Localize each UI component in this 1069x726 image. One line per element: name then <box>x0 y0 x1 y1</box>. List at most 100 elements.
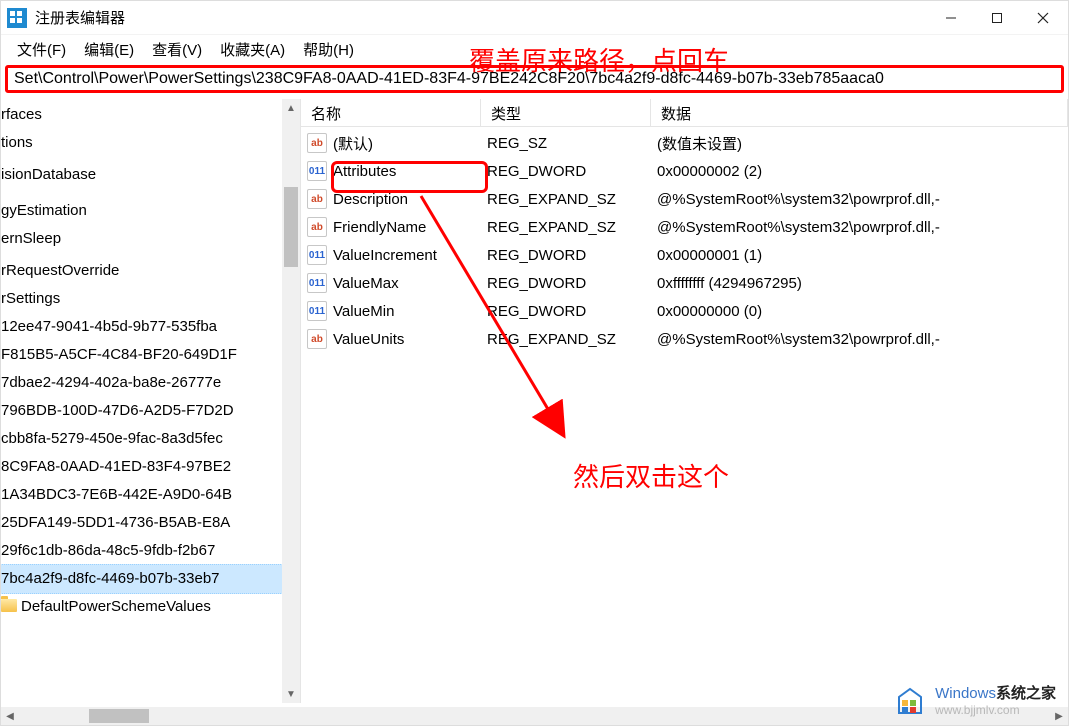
tree-item[interactable]: rSettings <box>1 285 282 313</box>
tree-item[interactable]: 796BDB-100D-47D6-A2D5-F7D2D <box>1 397 282 425</box>
cell-name: 011 Attributes <box>301 161 481 181</box>
tree-item[interactable]: 29f6c1db-86da-48c5-9fdb-f2b67 <box>1 537 282 565</box>
hscroll-thumb-left[interactable] <box>89 709 149 723</box>
tree-item-label: 12ee47-9041-4b5d-9b77-535fba <box>1 318 217 335</box>
menu-edit[interactable]: 编辑(E) <box>78 37 140 62</box>
watermark-text-b: 系统之家 <box>996 685 1056 702</box>
column-header-name[interactable]: 名称 <box>301 99 481 127</box>
tree-item-label: ernSleep <box>1 230 61 247</box>
cell-data: 0xffffffff (4294967295) <box>651 275 1068 292</box>
tree-item[interactable]: cbb8fa-5279-450e-9fac-8a3d5fec <box>1 425 282 453</box>
tree-item-label: cbb8fa-5279-450e-9fac-8a3d5fec <box>1 430 223 447</box>
table-row[interactable]: abDescriptionREG_EXPAND_SZ@%SystemRoot%\… <box>301 185 1068 213</box>
tree-item-label: 25DFA149-5DD1-4736-B5AB-E8A <box>1 514 230 531</box>
watermark-text-a: Windows <box>935 685 996 702</box>
value-name: ValueMax <box>333 275 399 292</box>
column-header-data[interactable]: 数据 <box>651 99 1068 127</box>
menu-favorites[interactable]: 收藏夹(A) <box>214 37 291 62</box>
minimize-button[interactable] <box>928 1 974 34</box>
cell-name: 011ValueIncrement <box>301 245 481 265</box>
list-pane: 名称 类型 数据 ab(默认)REG_SZ(数值未设置)011Attribute… <box>301 99 1068 703</box>
table-row[interactable]: abValueUnitsREG_EXPAND_SZ@%SystemRoot%\s… <box>301 325 1068 353</box>
tree-item[interactable]: F815B5-A5CF-4C84-BF20-649D1F <box>1 341 282 369</box>
tree-item[interactable]: 7dbae2-4294-402a-ba8e-26777e <box>1 369 282 397</box>
cell-type: REG_EXPAND_SZ <box>481 331 651 348</box>
tree-item-label: 7bc4a2f9-d8fc-4469-b07b-33eb7 <box>1 570 220 587</box>
tree-item-label: F815B5-A5CF-4C84-BF20-649D1F <box>1 346 237 363</box>
address-input[interactable]: Set\Control\Power\PowerSettings\238C9FA8… <box>5 65 1064 93</box>
tree-item[interactable]: ernSleep <box>1 225 282 253</box>
value-name: ValueMin <box>333 303 394 320</box>
cell-name: 011 ValueMin <box>301 301 481 321</box>
tree-vertical-scrollbar[interactable]: ▲ ▼ <box>282 99 300 703</box>
close-button[interactable] <box>1020 1 1066 34</box>
value-name: FriendlyName <box>333 219 426 236</box>
binary-value-icon: 011 <box>307 161 327 181</box>
tree-item-label: 7dbae2-4294-402a-ba8e-26777e <box>1 374 221 391</box>
addressbar-container: Set\Control\Power\PowerSettings\238C9FA8… <box>1 63 1068 99</box>
list-rows: ab(默认)REG_SZ(数值未设置)011AttributesREG_DWOR… <box>301 127 1068 353</box>
tree-item-label: 796BDB-100D-47D6-A2D5-F7D2D <box>1 402 234 419</box>
tree-item[interactable]: isionDatabase <box>1 161 282 189</box>
tree-item-label: 29f6c1db-86da-48c5-9fdb-f2b67 <box>1 542 215 559</box>
scroll-down-arrow-icon[interactable]: ▼ <box>282 685 300 703</box>
watermark-line1: Windows系统之家 <box>935 685 1056 702</box>
cell-type: REG_DWORD <box>481 163 651 180</box>
value-name: (默认) <box>333 133 373 154</box>
tree-item-label: rfaces <box>1 106 42 123</box>
cell-data: 0x00000000 (0) <box>651 303 1068 320</box>
value-name: Description <box>333 191 408 208</box>
table-row[interactable]: 011ValueMinREG_DWORD0x00000000 (0) <box>301 297 1068 325</box>
cell-name: abValueUnits <box>301 329 481 349</box>
address-path: Set\Control\Power\PowerSettings\238C9FA8… <box>14 70 884 88</box>
tree-list[interactable]: rfaces tions isionDatabase gyEstimation ernS… <box>1 99 282 623</box>
table-row[interactable]: 011ValueIncrementREG_DWORD0x00000001 (1) <box>301 241 1068 269</box>
cell-data: @%SystemRoot%\system32\powrprof.dll,- <box>651 191 1068 208</box>
cell-data: @%SystemRoot%\system32\powrprof.dll,- <box>651 219 1068 236</box>
table-row[interactable]: 011AttributesREG_DWORD0x00000002 (2) <box>301 157 1068 185</box>
menu-file[interactable]: 文件(F) <box>11 37 72 62</box>
tree-item-label: isionDatabase <box>1 166 96 183</box>
tree-item[interactable]: rRequestOverride <box>1 257 282 285</box>
cell-data: @%SystemRoot%\system32\powrprof.dll,- <box>651 331 1068 348</box>
binary-value-icon: 011 <box>307 301 327 321</box>
string-value-icon: ab <box>307 217 327 237</box>
scroll-track[interactable] <box>282 117 300 685</box>
folder-icon <box>1 599 17 612</box>
table-row[interactable]: ab(默认)REG_SZ(数值未设置) <box>301 129 1068 157</box>
tree-item-label: rSettings <box>1 290 60 307</box>
tree-item[interactable]: DefaultPowerSchemeValues <box>1 593 282 621</box>
scroll-left-arrow-icon[interactable]: ◀ <box>1 707 19 725</box>
menu-view[interactable]: 查看(V) <box>146 37 208 62</box>
tree-item[interactable]: 12ee47-9041-4b5d-9b77-535fba <box>1 313 282 341</box>
table-row[interactable]: abFriendlyNameREG_EXPAND_SZ@%SystemRoot%… <box>301 213 1068 241</box>
cell-type: REG_DWORD <box>481 247 651 264</box>
cell-type: REG_DWORD <box>481 275 651 292</box>
tree-item[interactable]: 25DFA149-5DD1-4736-B5AB-E8A <box>1 509 282 537</box>
value-name: ValueIncrement <box>333 247 437 264</box>
content-area: rfaces tions isionDatabase gyEstimation ernS… <box>1 99 1068 703</box>
menu-help[interactable]: 帮助(H) <box>297 37 360 62</box>
tree-item[interactable]: 7bc4a2f9-d8fc-4469-b07b-33eb7 <box>1 564 283 594</box>
scroll-thumb[interactable] <box>284 187 298 267</box>
cell-data: (数值未设置) <box>651 133 1068 154</box>
column-header-type[interactable]: 类型 <box>481 99 651 127</box>
cell-type: REG_EXPAND_SZ <box>481 191 651 208</box>
maximize-button[interactable] <box>974 1 1020 34</box>
string-value-icon: ab <box>307 329 327 349</box>
tree-item[interactable]: 8C9FA8-0AAD-41ED-83F4-97BE2 <box>1 453 282 481</box>
cell-type: REG_SZ <box>481 135 651 152</box>
tree-item[interactable]: rfaces <box>1 101 282 129</box>
app-icon <box>7 8 27 28</box>
binary-value-icon: 011 <box>307 273 327 293</box>
cell-name: ab(默认) <box>301 133 481 154</box>
tree-item[interactable]: tions <box>1 129 282 157</box>
tree-item[interactable]: 1A34BDC3-7E6B-442E-A9D0-64B <box>1 481 282 509</box>
tree-item[interactable]: gyEstimation <box>1 197 282 225</box>
cell-name: abDescription <box>301 189 481 209</box>
value-name: Attributes <box>333 163 396 180</box>
cell-data: 0x00000001 (1) <box>651 247 1068 264</box>
tree-item-label: rRequestOverride <box>1 262 119 279</box>
table-row[interactable]: 011 ValueMax REG_DWORD0xffffffff (42949672… <box>301 269 1068 297</box>
scroll-up-arrow-icon[interactable]: ▲ <box>282 99 300 117</box>
